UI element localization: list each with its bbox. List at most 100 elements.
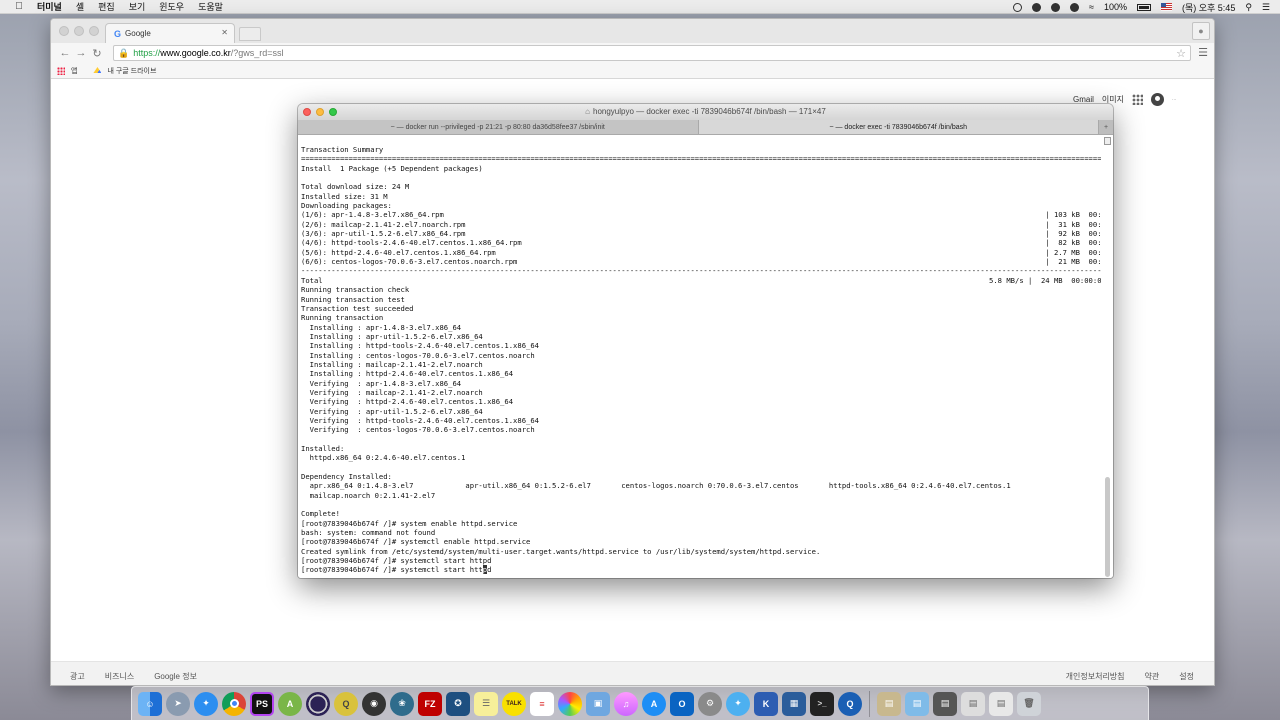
- kakaotalk-icon[interactable]: TALK: [502, 691, 526, 716]
- terminal-scrollbar[interactable]: [1104, 137, 1111, 577]
- app-store-icon[interactable]: A: [642, 691, 666, 716]
- footer-terms-link[interactable]: 약관: [1145, 671, 1160, 682]
- preview-icon[interactable]: ▣: [586, 691, 610, 716]
- chrome-tabstrip: G Google ✕ ●: [51, 19, 1214, 43]
- url-host: www.google.co.kr: [160, 48, 231, 58]
- chrome-zoom-button[interactable]: [89, 26, 99, 36]
- git-icon[interactable]: ❀: [390, 691, 414, 716]
- quicktime-icon[interactable]: Q: [838, 691, 862, 716]
- menu-view[interactable]: 보기: [129, 0, 146, 13]
- notification-center-icon[interactable]: ☰: [1262, 2, 1270, 13]
- chrome-window-controls: [59, 26, 99, 36]
- lock-icon: 🔒: [118, 47, 130, 58]
- address-bar[interactable]: 🔒 https://www.google.co.kr/?gws_rd=ssl ☆: [113, 45, 1191, 61]
- menubar-clock[interactable]: (목) 오후 5:45: [1182, 1, 1235, 14]
- apple-menu-icon[interactable]: : [13, 1, 25, 12]
- footer-business-link[interactable]: 비즈니스: [105, 671, 134, 682]
- terminal-minimize-button[interactable]: [316, 108, 324, 116]
- mail-icon[interactable]: ✦: [726, 691, 750, 716]
- bookmark-star-icon[interactable]: ☆: [1176, 47, 1186, 60]
- folder-stack-icon[interactable]: ▤: [905, 691, 929, 716]
- footer-privacy-link[interactable]: 개인정보처리방침: [1066, 671, 1125, 682]
- menu-help[interactable]: 도움말: [198, 0, 223, 13]
- filezilla-icon[interactable]: FZ: [418, 691, 442, 716]
- menu-app-name[interactable]: 터미널: [37, 0, 62, 13]
- record-status-icon[interactable]: [1012, 2, 1022, 12]
- google-footer: 광고 비즈니스 Google 정보 개인정보처리방침 약관 설정: [51, 661, 1214, 685]
- new-tab-button[interactable]: [239, 27, 261, 41]
- keynote-icon[interactable]: K: [754, 691, 778, 716]
- screenshot-stack-icon[interactable]: ▤: [933, 691, 957, 716]
- document-stack-icon[interactable]: ▤: [961, 691, 985, 716]
- eclipse-icon[interactable]: [306, 691, 330, 716]
- terminal-new-tab-button[interactable]: +: [1099, 120, 1113, 134]
- chrome-icon[interactable]: [222, 691, 246, 716]
- back-arrow-icon[interactable]: ←: [57, 47, 73, 59]
- terminal-title: hongyulpyo — docker exec -ti 7839046b674…: [593, 107, 826, 116]
- footer-settings-link[interactable]: 설정: [1179, 671, 1194, 682]
- google-favicon-icon: G: [114, 28, 122, 39]
- mysql-workbench-icon[interactable]: ✪: [446, 691, 470, 716]
- account-badge-icon[interactable]: ⋯: [1172, 97, 1196, 102]
- gmail-link[interactable]: Gmail: [1073, 95, 1094, 104]
- trash-icon[interactable]: 🗑: [1017, 691, 1041, 716]
- url-scheme: https://: [133, 48, 161, 58]
- menu-edit[interactable]: 편집: [98, 0, 115, 13]
- calendar-icon[interactable]: ≡: [530, 691, 554, 716]
- chrome-minimize-button[interactable]: [74, 26, 84, 36]
- image-stack-icon[interactable]: ▤: [989, 691, 1013, 716]
- terminal-content[interactable]: Transaction Summary ====================…: [298, 135, 1113, 578]
- input-source-flag-icon[interactable]: [1160, 3, 1172, 11]
- launchpad-icon[interactable]: ➤: [166, 691, 190, 716]
- tab-close-icon[interactable]: ✕: [221, 28, 228, 37]
- outlook-icon[interactable]: O: [670, 691, 694, 716]
- bookmarks-bar: 앱 내 구글 드라이브: [51, 63, 1214, 79]
- wifi-icon[interactable]: ≈: [1089, 2, 1094, 12]
- photos-icon[interactable]: [558, 691, 582, 716]
- chrome-close-button[interactable]: [59, 26, 69, 36]
- chrome-menu-icon[interactable]: ☰: [1198, 46, 1208, 59]
- terminal-window-controls: [303, 108, 337, 116]
- safari-icon[interactable]: ✦: [194, 691, 218, 716]
- forward-arrow-icon[interactable]: →: [73, 47, 89, 59]
- footer-ads-link[interactable]: 광고: [70, 671, 85, 682]
- system-preferences-icon[interactable]: ⚙: [698, 691, 722, 716]
- reload-icon[interactable]: ↻: [89, 47, 105, 60]
- battery-percent[interactable]: 100%: [1104, 2, 1127, 12]
- bookmark-apps[interactable]: 앱: [71, 66, 77, 76]
- person-icon: ●: [1198, 26, 1204, 36]
- terminal-tab-bar: ~ — docker run --privileged -p 21:21 -p …: [298, 120, 1113, 135]
- dock-separator: [869, 690, 870, 717]
- spotlight-search-icon[interactable]: ⚲: [1245, 2, 1252, 13]
- itunes-icon[interactable]: ♫: [614, 691, 638, 716]
- dropbox-icon[interactable]: [1031, 2, 1041, 12]
- terminal-zoom-button[interactable]: [329, 108, 337, 116]
- terminal-prompt-line[interactable]: [root@7839046b674f /]# systemctl start h…: [301, 565, 491, 575]
- profile-button[interactable]: ●: [1192, 22, 1210, 40]
- downloads-stack-icon[interactable]: ▤: [877, 691, 901, 716]
- menu-shell[interactable]: 셸: [76, 0, 84, 13]
- stickies-icon[interactable]: ☰: [474, 691, 498, 716]
- terminal-close-button[interactable]: [303, 108, 311, 116]
- android-studio-icon[interactable]: A: [278, 691, 302, 716]
- battery-icon[interactable]: [1136, 3, 1151, 11]
- google-apps-icon[interactable]: [1132, 94, 1143, 105]
- terminal-titlebar: ⌂ hongyulpyo — docker exec -ti 7839046b67…: [298, 104, 1113, 120]
- kakaotalk-status-icon[interactable]: [1050, 2, 1060, 12]
- keka-icon[interactable]: Q: [334, 691, 358, 716]
- scrollbar-thumb[interactable]: [1105, 477, 1110, 577]
- terminal-tab-docker-run[interactable]: ~ — docker run --privileged -p 21:21 -p …: [298, 120, 699, 134]
- scroll-up-button[interactable]: [1104, 137, 1111, 145]
- footer-about-link[interactable]: Google 정보: [154, 671, 197, 682]
- messages-status-icon[interactable]: [1069, 2, 1079, 12]
- terminal-tab-docker-exec[interactable]: ~ — docker exec -ti 7839046b674f /bin/ba…: [698, 120, 1099, 134]
- menu-window[interactable]: 윈도우: [159, 0, 184, 13]
- finder-icon[interactable]: ☺: [138, 691, 162, 716]
- account-avatar-icon[interactable]: [1151, 93, 1164, 106]
- phpstorm-icon[interactable]: PS: [250, 691, 274, 716]
- sourcetree-icon[interactable]: ◉: [362, 691, 386, 716]
- virtualbox-icon[interactable]: ▦: [782, 691, 806, 716]
- bookmark-drive[interactable]: 내 구글 드라이브: [107, 66, 156, 76]
- chrome-tab-google[interactable]: G Google ✕: [105, 23, 235, 43]
- terminal-icon[interactable]: >_: [810, 691, 834, 716]
